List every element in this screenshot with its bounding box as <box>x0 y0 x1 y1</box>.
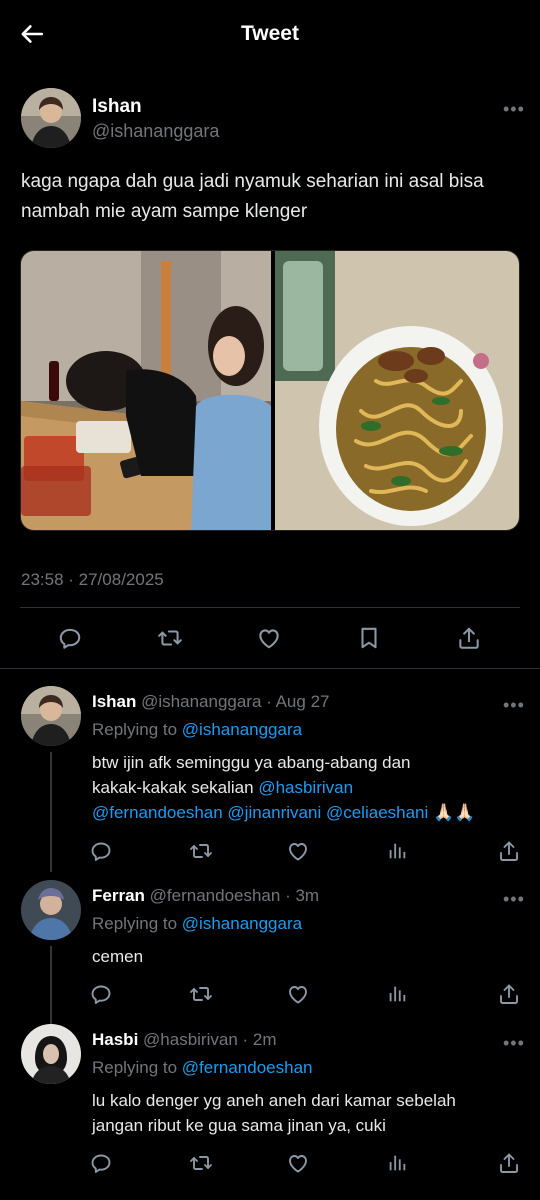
mention-link[interactable]: @fernandoeshan <box>92 803 223 822</box>
more-horizontal-icon[interactable]: ••• <box>503 890 525 908</box>
divider <box>0 668 540 669</box>
reply-actions <box>0 836 540 866</box>
share-button[interactable] <box>454 623 484 653</box>
heart-icon <box>286 839 310 863</box>
replying-to: Replying to @ishananggara <box>92 914 302 934</box>
bar-chart-icon <box>386 840 408 862</box>
reply-text-segment: kakak-kakak sekalian <box>92 778 254 797</box>
page-title: Tweet <box>241 22 299 45</box>
speech-bubble-icon <box>89 839 113 863</box>
like-button[interactable] <box>283 836 313 866</box>
share-button[interactable] <box>494 979 524 1009</box>
top-bar: Tweet <box>0 0 540 70</box>
replying-to-label: Replying to <box>92 914 178 933</box>
reply-button[interactable] <box>55 623 85 653</box>
reply-actions <box>0 1148 540 1178</box>
bookmark-icon <box>356 625 382 651</box>
more-horizontal-icon[interactable]: ••• <box>503 100 525 118</box>
retweet-icon <box>189 1151 213 1175</box>
author-name[interactable]: Ishan <box>92 692 136 711</box>
divider <box>20 607 520 608</box>
retweet-icon <box>157 625 183 651</box>
share-icon <box>497 982 521 1006</box>
author-handle[interactable]: @ishananggara · Aug 27 <box>141 692 329 711</box>
avatar[interactable] <box>21 686 81 746</box>
replying-to-label: Replying to <box>92 1058 178 1077</box>
reply-text-line: kakak-kakak sekalian @hasbirivan <box>92 775 522 800</box>
heart-icon <box>286 1151 310 1175</box>
author-name[interactable]: Ishan <box>92 96 142 118</box>
tweet-timestamp: 23:58 · 27/08/2025 <box>21 570 164 589</box>
author-handle[interactable]: @fernandoeshan · 3m <box>150 886 319 905</box>
like-button[interactable] <box>254 623 284 653</box>
share-icon <box>456 625 482 651</box>
mention-link[interactable]: @ishananggara <box>182 720 302 739</box>
bookmark-button[interactable] <box>354 623 384 653</box>
reply-actions <box>0 979 540 1009</box>
retweet-icon <box>189 839 213 863</box>
bar-chart-icon <box>386 983 408 1005</box>
reply-header: Ishan @ishananggara · Aug 27 <box>92 692 329 712</box>
reply-text: lu kalo denger yg aneh aneh dari kamar s… <box>92 1088 522 1138</box>
speech-bubble-icon <box>89 982 113 1006</box>
photo-left[interactable] <box>21 251 271 531</box>
retweet-button[interactable] <box>186 1148 216 1178</box>
avatar[interactable] <box>21 1024 81 1084</box>
reply-button[interactable] <box>86 1148 116 1178</box>
like-button[interactable] <box>283 979 313 1009</box>
views-button[interactable] <box>382 836 412 866</box>
reply-text-line: @fernandoeshan @jinanrivani @celiaeshani… <box>92 800 522 825</box>
reply-header: Hasbi @hasbirivan · 2m <box>92 1030 277 1050</box>
photo-right[interactable] <box>275 251 520 531</box>
mention-link[interactable]: @ishananggara <box>182 914 302 933</box>
replying-to-label: Replying to <box>92 720 178 739</box>
emoji: 🙏🏻🙏🏻 <box>433 803 476 822</box>
author-name[interactable]: Ferran <box>92 886 145 905</box>
reply-text: cemen <box>92 944 522 969</box>
retweet-button[interactable] <box>155 623 185 653</box>
more-horizontal-icon[interactable]: ••• <box>503 696 525 714</box>
replying-to: Replying to @ishananggara <box>92 720 302 740</box>
like-button[interactable] <box>283 1148 313 1178</box>
more-horizontal-icon[interactable]: ••• <box>503 1034 525 1052</box>
author-handle[interactable]: @ishananggara <box>92 121 219 142</box>
avatar[interactable] <box>21 880 81 940</box>
share-icon <box>497 1151 521 1175</box>
bar-chart-icon <box>386 1152 408 1174</box>
speech-bubble-icon <box>57 625 83 651</box>
views-button[interactable] <box>382 1148 412 1178</box>
speech-bubble-icon <box>89 1151 113 1175</box>
share-button[interactable] <box>494 836 524 866</box>
reply-text: btw ijin afk seminggu ya abang-abang dan… <box>92 750 522 825</box>
share-button[interactable] <box>494 1148 524 1178</box>
author-name[interactable]: Hasbi <box>92 1030 138 1049</box>
mention-link[interactable]: @jinanrivani <box>227 803 321 822</box>
retweet-button[interactable] <box>186 979 216 1009</box>
share-icon <box>497 839 521 863</box>
heart-icon <box>256 625 282 651</box>
views-button[interactable] <box>382 979 412 1009</box>
media-grid <box>20 250 520 531</box>
reply-button[interactable] <box>86 979 116 1009</box>
avatar[interactable] <box>21 88 81 148</box>
mention-link[interactable]: @hasbirivan <box>258 778 353 797</box>
reply-text-line: lu kalo denger yg aneh aneh dari kamar s… <box>92 1091 456 1110</box>
retweet-button[interactable] <box>186 836 216 866</box>
mention-link[interactable]: @fernandoeshan <box>182 1058 313 1077</box>
tweet-text-line: kaga ngapa dah gua jadi nyamuk seharian … <box>21 171 484 192</box>
reply-text-line: btw ijin afk seminggu ya abang-abang dan <box>92 753 411 772</box>
retweet-icon <box>189 982 213 1006</box>
author-handle[interactable]: @hasbirivan · 2m <box>143 1030 276 1049</box>
tweet-text-line: nambah mie ayam sampe klenger <box>21 201 308 222</box>
tweet-text: kaga ngapa dah gua jadi nyamuk seharian … <box>21 167 521 227</box>
reply-text-line: cemen <box>92 947 144 966</box>
mention-link[interactable]: @celiaeshani <box>326 803 428 822</box>
reply-text-line: jangan ribut ke gua sama jinan ya, cuki <box>92 1116 386 1135</box>
reply-header: Ferran @fernandoeshan · 3m <box>92 886 319 906</box>
replying-to: Replying to @fernandoeshan <box>92 1058 312 1078</box>
reply-button[interactable] <box>86 836 116 866</box>
heart-icon <box>286 982 310 1006</box>
tweet-actions <box>0 623 540 653</box>
